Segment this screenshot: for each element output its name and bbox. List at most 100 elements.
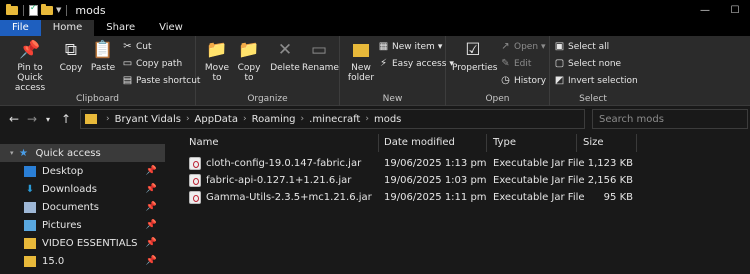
invert-selection-icon: ◩ <box>554 75 565 86</box>
paste-icon: 📋 <box>92 40 114 60</box>
column-header-size[interactable]: Size <box>583 132 604 152</box>
pin-to-quick-access-button[interactable]: 📌 Pin to Quick access <box>4 39 56 94</box>
new-item-button[interactable]: ▦ New item ▾ <box>378 41 443 52</box>
nav-item-documents[interactable]: Documents 📌 <box>0 198 165 216</box>
folder-icon <box>6 3 18 15</box>
jar-file-icon <box>189 157 201 170</box>
file-name: fabric-api-0.127.1+1.21.6.jar <box>206 175 352 186</box>
nav-item-quick-access[interactable]: ▾ ★ Quick access <box>0 144 165 162</box>
breadcrumb-appdata[interactable]: AppData <box>195 114 238 125</box>
paste-shortcut-icon: ▤ <box>122 75 133 86</box>
column-header-type[interactable]: Type <box>493 132 516 152</box>
forward-arrow-icon[interactable]: → <box>24 112 40 126</box>
recent-locations-icon[interactable]: ▾ <box>40 115 56 124</box>
file-name: cloth-config-19.0.147-fabric.jar <box>206 158 362 169</box>
copy-path-button[interactable]: ▭ Copy path <box>122 58 182 69</box>
search-input[interactable]: Search mods <box>592 109 748 129</box>
window-title: mods <box>75 3 106 17</box>
paste-button[interactable]: 📋 Paste <box>88 39 118 74</box>
new-group-label: New <box>382 94 403 104</box>
navigation-pane: ▾ ★ Quick access Desktop 📌 ⬇ Downloads 📌… <box>0 132 165 274</box>
properties-icon[interactable] <box>29 3 38 16</box>
download-icon: ⬇ <box>25 183 35 195</box>
open-button[interactable]: ↗ Open ▾ <box>500 41 545 52</box>
ribbon-tabs: File Home Share View <box>0 20 750 36</box>
file-row[interactable]: Gamma-Utils-2.3.5+mc1.21.6.jar 19/06/202… <box>175 190 750 207</box>
copy-path-icon: ▭ <box>122 58 133 69</box>
copy-icon: ⧉ <box>64 40 78 60</box>
history-button[interactable]: ◷ History <box>500 75 546 86</box>
paste-shortcut-button[interactable]: ▤ Paste shortcut <box>122 75 201 86</box>
edit-icon: ✎ <box>501 58 510 69</box>
pin-icon: 📌 <box>145 166 157 176</box>
jar-file-icon <box>189 191 201 204</box>
file-row[interactable]: fabric-api-0.127.1+1.21.6.jar 19/06/2025… <box>175 173 750 190</box>
new-folder-icon <box>350 39 372 61</box>
easy-access-button[interactable]: ⚡ Easy access ▾ <box>378 58 454 69</box>
folder-icon <box>24 237 36 249</box>
rename-button[interactable]: ▭ Rename <box>302 39 339 74</box>
tab-home[interactable]: Home <box>40 20 95 36</box>
properties-icon: ☑ <box>465 40 481 60</box>
quick-access-toolbar: ▼ <box>0 3 69 16</box>
ribbon: 📌 Pin to Quick access ⧉ Copy 📋 Paste ✂ C… <box>0 36 750 106</box>
expand-chevron-icon[interactable]: ▾ <box>10 149 14 157</box>
file-list: Name Date modified Type Size cloth-confi… <box>175 132 750 274</box>
nav-item-desktop[interactable]: Desktop 📌 <box>0 162 165 180</box>
clipboard-group-label: Clipboard <box>76 94 119 104</box>
file-date: 19/06/2025 1:11 pm <box>384 192 487 203</box>
pin-icon: 📌 <box>145 202 157 212</box>
cut-button[interactable]: ✂ Cut <box>122 41 151 52</box>
copy-button[interactable]: ⧉ Copy <box>58 39 84 74</box>
folder-icon <box>24 255 36 267</box>
breadcrumb-mods[interactable]: mods <box>374 114 401 125</box>
select-group-label: Select <box>579 94 607 104</box>
nav-item-pictures[interactable]: Pictures 📌 <box>0 216 165 234</box>
organize-group: 📁 Move to 📁 Copy to ✕ Delete ▭ Rename Or… <box>196 36 340 106</box>
move-to-button[interactable]: 📁 Move to <box>202 39 232 84</box>
copy-to-button[interactable]: 📁 Copy to <box>234 39 264 84</box>
select-none-button[interactable]: ▢ Select none <box>554 58 621 69</box>
star-icon: ★ <box>19 147 28 159</box>
file-size: 95 KB <box>603 192 633 203</box>
breadcrumb-bryant-vidals[interactable]: Bryant Vidals <box>115 114 181 125</box>
copy-to-icon: 📁 <box>238 40 260 60</box>
new-folder-icon[interactable] <box>41 3 53 15</box>
navigation-bar: ← → ▾ ↑ › Bryant Vidals › AppData › Roam… <box>0 107 750 131</box>
invert-selection-button[interactable]: ◩ Invert selection <box>554 75 638 86</box>
nav-item-video-essentials[interactable]: VIDEO ESSENTIALS 📌 <box>0 234 165 252</box>
customize-toolbar-icon[interactable]: ▼ <box>56 6 61 14</box>
file-row[interactable]: cloth-config-19.0.147-fabric.jar 19/06/2… <box>175 156 750 173</box>
desktop-icon <box>24 165 36 177</box>
minimize-icon[interactable]: — <box>690 0 720 20</box>
column-header-date[interactable]: Date modified <box>384 132 455 152</box>
select-all-button[interactable]: ▣ Select all <box>554 41 609 52</box>
properties-button[interactable]: ☑ Properties <box>452 39 497 74</box>
pin-icon: 📌 <box>145 184 157 194</box>
nav-item-downloads[interactable]: ⬇ Downloads 📌 <box>0 180 165 198</box>
tab-file[interactable]: File <box>0 20 41 36</box>
tab-view[interactable]: View <box>147 20 195 36</box>
title-bar: ▼ mods — ☐ <box>0 0 750 20</box>
file-name: Gamma-Utils-2.3.5+mc1.21.6.jar <box>206 192 372 203</box>
breadcrumb-minecraft[interactable]: .minecraft <box>309 114 360 125</box>
column-header-name[interactable]: Name <box>189 132 219 152</box>
new-folder-button[interactable]: New folder <box>344 39 378 83</box>
delete-button[interactable]: ✕ Delete <box>270 39 300 74</box>
pin-icon: 📌 <box>145 238 157 248</box>
clipboard-group: 📌 Pin to Quick access ⧉ Copy 📋 Paste ✂ C… <box>0 36 200 106</box>
folder-icon <box>85 114 97 124</box>
move-to-icon: 📁 <box>206 40 228 60</box>
maximize-icon[interactable]: ☐ <box>720 0 750 20</box>
up-arrow-icon[interactable]: ↑ <box>58 112 74 126</box>
breadcrumb-roaming[interactable]: Roaming <box>252 114 296 125</box>
address-bar[interactable]: › Bryant Vidals › AppData › Roaming › .m… <box>80 109 585 129</box>
pin-icon: 📌 <box>145 220 157 230</box>
nav-item-15-0[interactable]: 15.0 📌 <box>0 252 165 270</box>
tab-share[interactable]: Share <box>94 20 147 36</box>
file-size: 2,156 KB <box>587 175 633 186</box>
history-icon: ◷ <box>501 75 510 86</box>
edit-button[interactable]: ✎ Edit <box>500 58 531 69</box>
back-arrow-icon[interactable]: ← <box>6 112 22 126</box>
file-date: 19/06/2025 1:13 pm <box>384 158 487 169</box>
